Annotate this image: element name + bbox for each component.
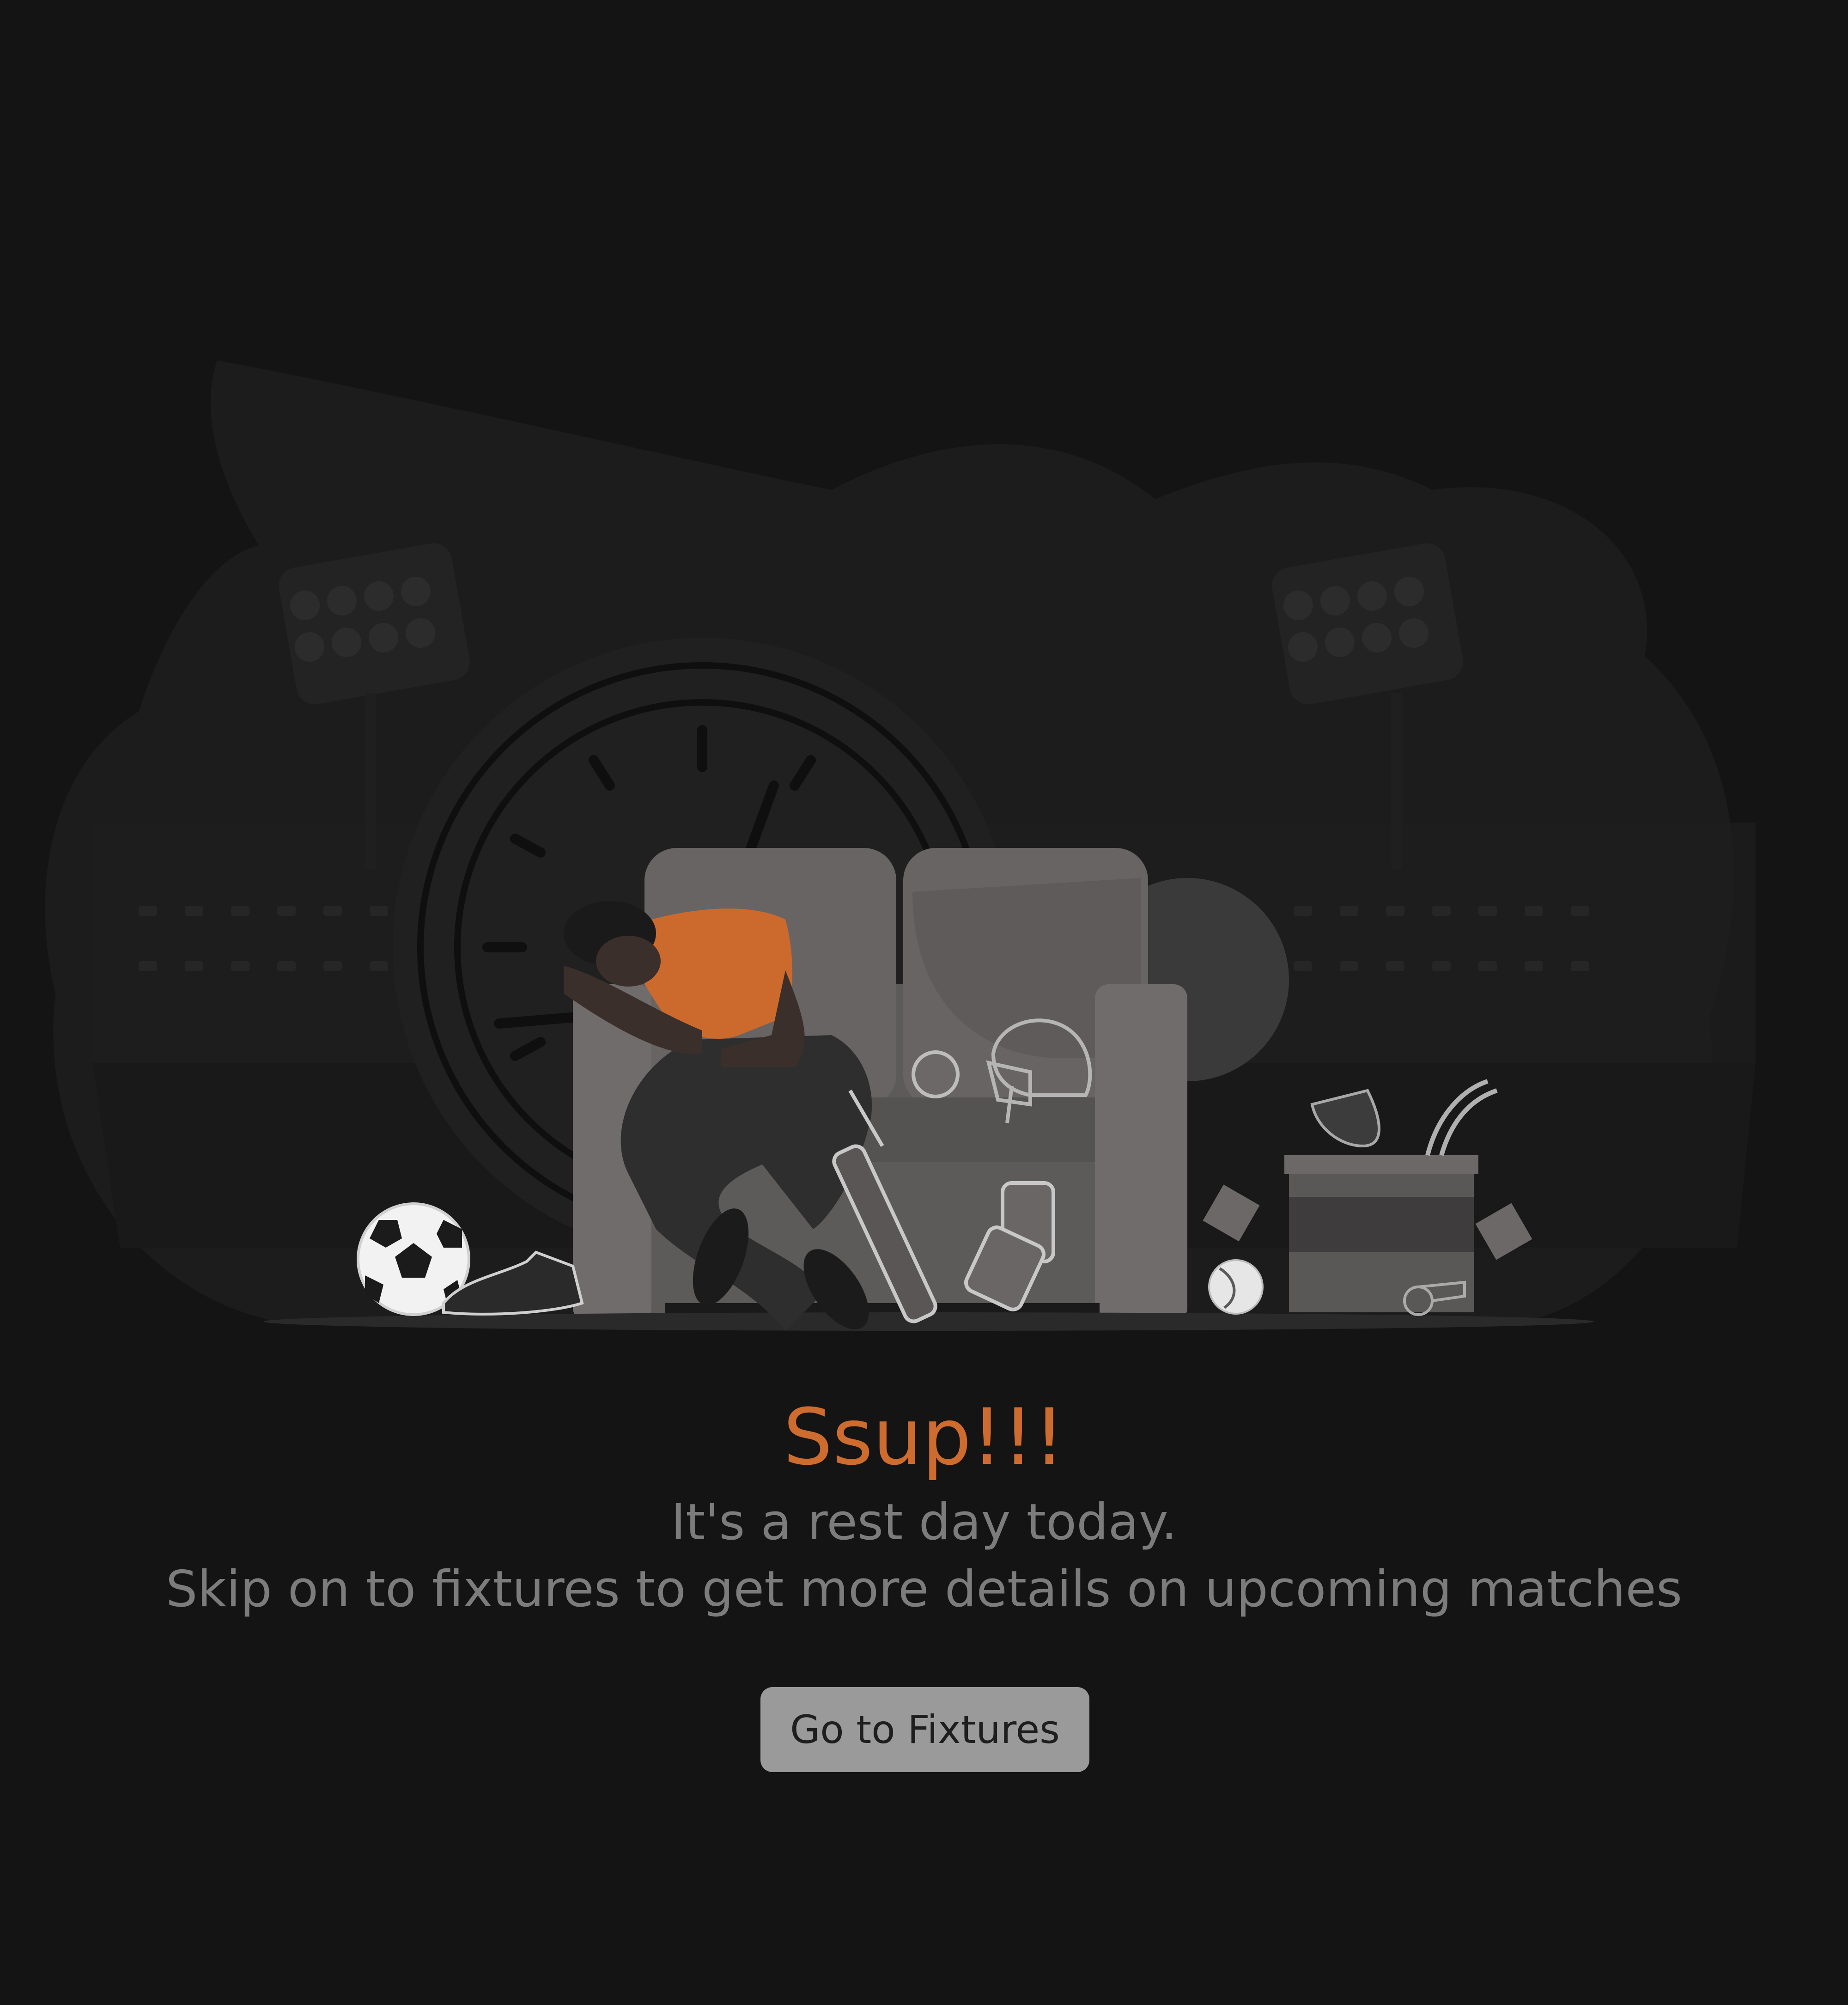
tennis-ball-icon bbox=[1208, 1259, 1264, 1315]
empty-state-message: It's a rest day today. bbox=[671, 1493, 1177, 1551]
rest-day-illustration bbox=[45, 360, 1756, 1331]
empty-state-title: Ssup!!! bbox=[783, 1392, 1065, 1482]
cricket-ball-icon bbox=[912, 1050, 960, 1098]
empty-state-hint: Skip on to fixtures to get more details … bbox=[165, 1560, 1683, 1618]
go-to-fixtures-button[interactable]: Go to Fixtures bbox=[760, 1687, 1089, 1772]
